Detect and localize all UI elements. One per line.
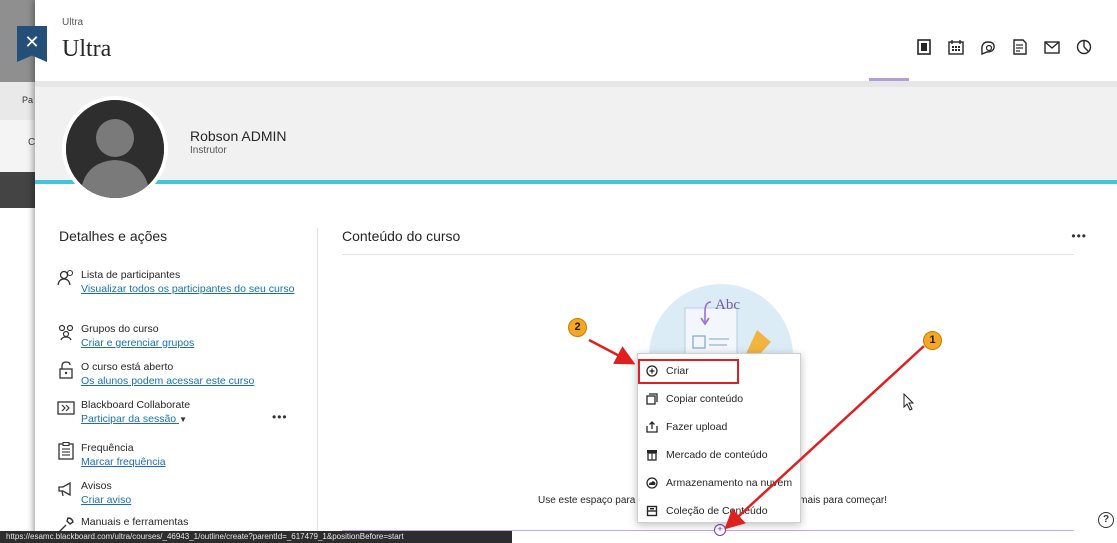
menu-item-label: Armazenamento na nuvem [666, 477, 793, 489]
collection-icon [646, 505, 658, 517]
join-session-link[interactable]: Participar da sessão [81, 413, 176, 425]
background-content [0, 208, 36, 543]
participants-icon [57, 269, 74, 286]
page-title: Ultra [62, 36, 112, 62]
sidebar-item-label: Manuais e ferramentas [81, 516, 189, 528]
course-nav [915, 38, 1093, 56]
sidebar-item-link[interactable]: Marcar frequência [81, 455, 166, 469]
content-title: Conteúdo do curso [342, 228, 461, 244]
sidebar-item-label: O curso está aberto [81, 361, 174, 373]
attendance-icon [58, 442, 74, 460]
messages-icon[interactable] [1043, 38, 1061, 56]
course-header: Ultra Ultra [35, 0, 1117, 82]
empty-text-left: Use este espaço para [538, 495, 636, 506]
menu-item-label: Coleção de Conteúdo [666, 505, 768, 517]
announcements-icon [58, 481, 71, 497]
sidebar-item-link[interactable]: Criar aviso [81, 493, 131, 507]
background-tab-bar: Pa [0, 82, 36, 120]
mouse-cursor-icon [903, 393, 915, 411]
sidebar-item-collaborate[interactable]: Blackboard Collaborate Participar da ses… [57, 398, 190, 427]
course-panel: Ultra Ultra Robson ADMIN Instrutor Detal… [35, 0, 1117, 543]
user-name: Robson ADMIN [190, 128, 287, 144]
sidebar-item-link[interactable]: Os alunos podem acessar este curso [81, 374, 254, 388]
callout-1: 1 [923, 331, 942, 350]
calendar-icon[interactable] [947, 38, 965, 56]
sidebar-item-groups[interactable]: Grupos do curso Criar e gerenciar grupos [57, 322, 194, 350]
market-icon [647, 450, 657, 461]
cloud-icon [646, 477, 658, 489]
column-divider [317, 228, 318, 543]
outline-icon[interactable] [915, 38, 933, 56]
add-content-menu: Criar Copiar conteúdo Fazer upload Merca… [637, 353, 801, 523]
background-page: Pa C [0, 0, 36, 543]
callout-2: 2 [568, 318, 587, 337]
menu-item-label: Fazer upload [666, 421, 728, 433]
sidebar-item-course-open[interactable]: O curso está aberto Os alunos podem aces… [57, 360, 254, 388]
menu-item-upload[interactable]: Fazer upload [638, 413, 802, 441]
sidebar-item-label: Lista de participantes [81, 269, 181, 281]
sidebar-item-participants[interactable]: Lista de participantes Visualizar todos … [57, 268, 311, 296]
collaborate-more-button[interactable]: ••• [272, 410, 288, 424]
sidebar-item-link[interactable]: Participar da sessão ▼ [81, 412, 190, 427]
sidebar-item-label: Grupos do curso [81, 323, 159, 335]
menu-item-label: Copiar conteúdo [666, 393, 744, 405]
upload-icon [646, 421, 658, 433]
sidebar-item-label: Frequência [81, 442, 134, 454]
illustration-label: Abc [715, 297, 740, 313]
close-icon: ✕ [24, 32, 40, 52]
add-content-button[interactable]: + [714, 524, 726, 536]
help-icon[interactable]: ? [1098, 512, 1114, 528]
sidebar-title: Detalhes e ações [59, 228, 168, 244]
discussions-icon[interactable] [979, 38, 997, 56]
avatar[interactable] [62, 96, 168, 202]
highlight-box [638, 359, 739, 384]
collaborate-icon [57, 401, 75, 415]
unlock-icon [59, 361, 73, 379]
content-divider [342, 254, 1074, 255]
breadcrumb: Ultra [62, 17, 84, 28]
background-dark-band [0, 172, 36, 208]
copy-icon [646, 393, 658, 405]
sidebar-item-attendance[interactable]: Frequência Marcar frequência [57, 441, 166, 469]
user-role: Instrutor [190, 145, 227, 156]
menu-item-label: Mercado de conteúdo [666, 449, 768, 461]
background-tab-fragment: Pa [22, 95, 34, 105]
details-sidebar: Detalhes e ações Lista de participantes … [35, 184, 317, 543]
menu-item-content-market[interactable]: Mercado de conteúdo [638, 441, 802, 469]
chevron-down-icon[interactable]: ▼ [179, 413, 187, 427]
menu-item-copy-content[interactable]: Copiar conteúdo [638, 385, 802, 413]
content-more-button[interactable]: ••• [1071, 229, 1087, 243]
sidebar-item-link[interactable]: Visualizar todos os participantes do seu… [81, 282, 311, 296]
sidebar-item-link[interactable]: Criar e gerenciar grupos [81, 336, 194, 350]
menu-item-content-collection[interactable]: Coleção de Conteúdo [638, 497, 802, 525]
status-bar-url: https://esamc.blackboard.com/ultra/cours… [0, 531, 512, 543]
background-row: C [0, 120, 36, 172]
sidebar-item-label: Avisos [81, 480, 112, 492]
empty-text-right: e mais para começar! [790, 495, 887, 506]
sidebar-item-label: Blackboard Collaborate [81, 399, 191, 411]
analytics-icon[interactable] [1075, 38, 1093, 56]
groups-icon [58, 324, 74, 341]
gradebook-icon[interactable] [1011, 38, 1029, 56]
sidebar-item-announcements[interactable]: Avisos Criar aviso [57, 479, 131, 507]
menu-item-cloud-storage[interactable]: Armazenamento na nuvem [638, 469, 802, 497]
add-icon: + [717, 524, 723, 534]
